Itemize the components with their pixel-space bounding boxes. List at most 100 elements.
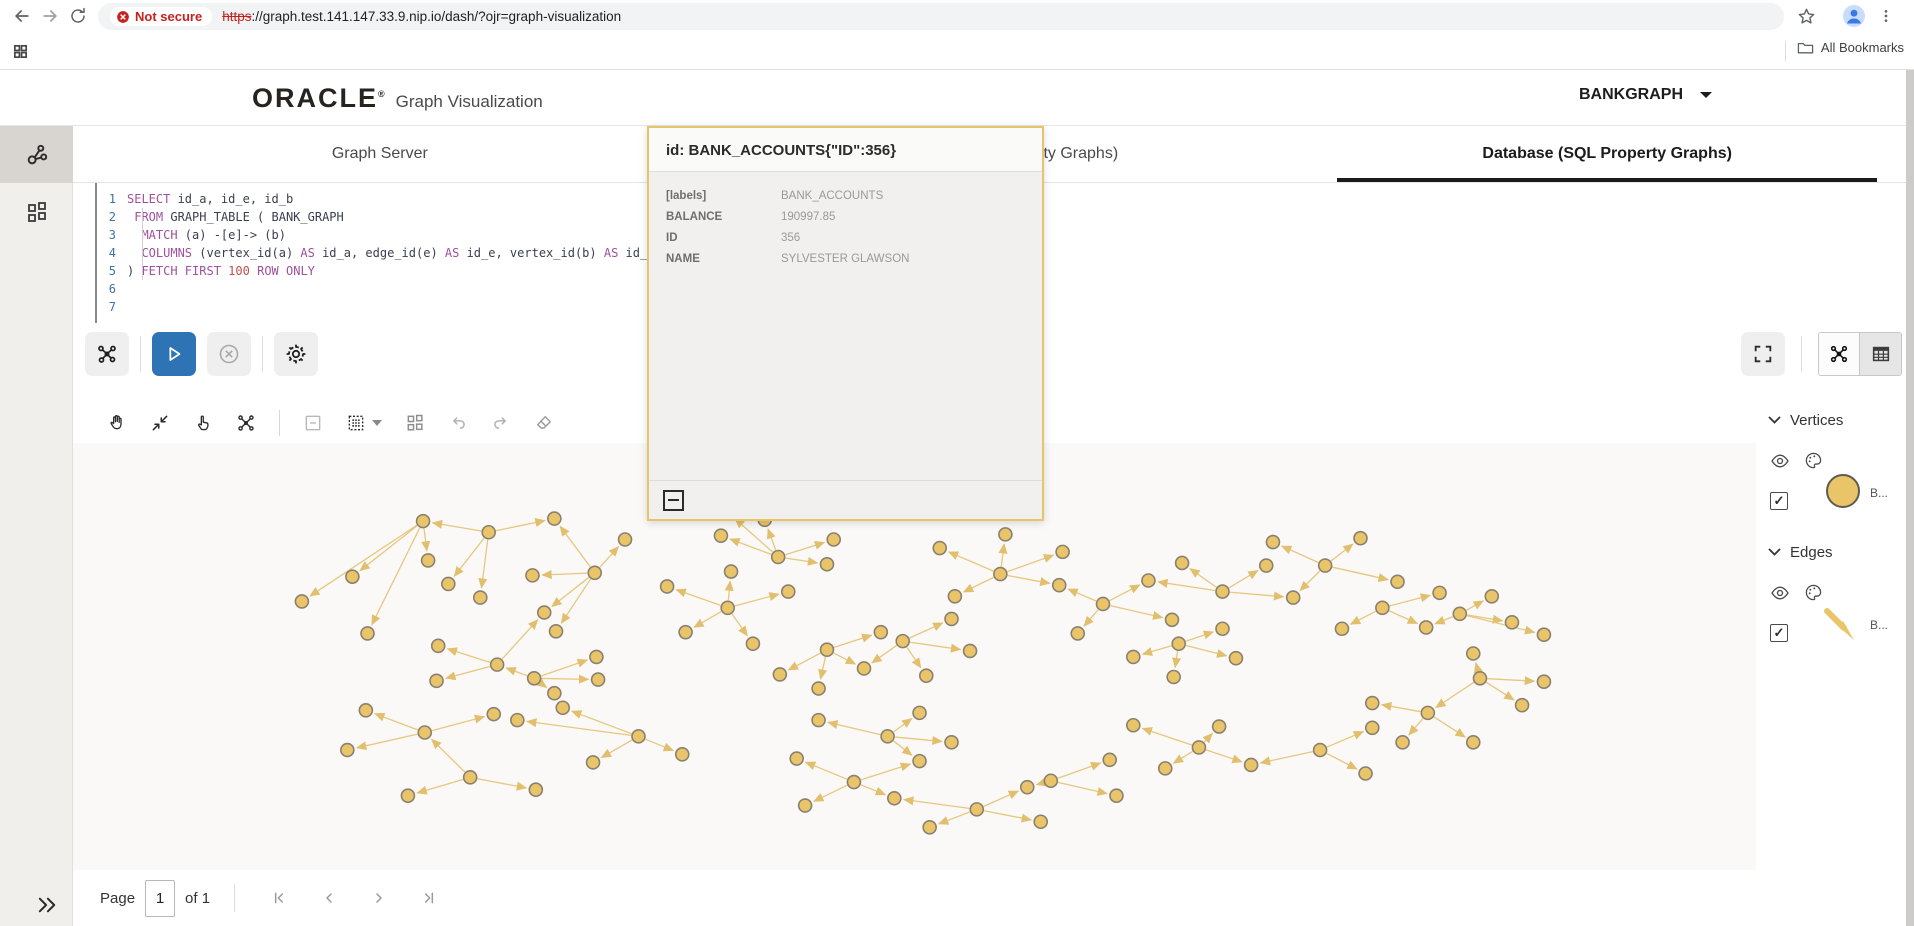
graph-edge[interactable]: [1206, 750, 1242, 762]
graph-edge[interactable]: [814, 785, 847, 801]
graph-edge[interactable]: [732, 614, 747, 636]
graph-edge[interactable]: [1058, 782, 1107, 793]
fit-to-screen-icon[interactable]: [150, 413, 170, 433]
tab-graph-server[interactable]: Graph Server: [73, 126, 687, 182]
graph-node[interactable]: [812, 714, 825, 727]
graph-node[interactable]: [874, 626, 887, 639]
graph-view-button[interactable]: [1819, 333, 1860, 375]
graph-edge[interactable]: [645, 739, 673, 750]
graph-edge[interactable]: [1327, 732, 1364, 748]
graph-node[interactable]: [1127, 650, 1140, 663]
graph-edge[interactable]: [907, 647, 921, 668]
graph-node[interactable]: [417, 515, 430, 528]
graph-edge[interactable]: [834, 653, 856, 664]
graph-edge[interactable]: [1007, 555, 1053, 571]
graph-edge[interactable]: [1230, 592, 1284, 597]
graph-edge[interactable]: [1260, 752, 1312, 763]
graph-node[interactable]: [432, 639, 445, 652]
graph-edge[interactable]: [1350, 611, 1375, 624]
graph-node[interactable]: [1467, 647, 1480, 660]
profile-avatar[interactable]: [1842, 4, 1866, 28]
graph-edge[interactable]: [561, 579, 590, 623]
graph-edge[interactable]: [1173, 751, 1192, 763]
graph-edge[interactable]: [496, 521, 545, 531]
graph-node[interactable]: [1213, 720, 1226, 733]
graph-edge[interactable]: [1008, 575, 1050, 583]
vertices-section-header[interactable]: Vertices: [1756, 403, 1906, 429]
graph-edge[interactable]: [894, 718, 912, 731]
graph-node[interactable]: [913, 755, 926, 768]
graph-node[interactable]: [1314, 744, 1327, 757]
graph-edge[interactable]: [1036, 783, 1043, 785]
graph-node[interactable]: [1172, 637, 1185, 650]
graph-edge[interactable]: [1434, 717, 1465, 737]
redo-icon[interactable]: [491, 413, 511, 433]
graph-node[interactable]: [1216, 585, 1229, 598]
graph-edge[interactable]: [375, 714, 418, 730]
graph-edge[interactable]: [454, 538, 484, 576]
graph-edge[interactable]: [1282, 546, 1319, 563]
graph-node[interactable]: [945, 612, 958, 625]
graph-node[interactable]: [1516, 699, 1529, 712]
graph-edge[interactable]: [1001, 544, 1004, 567]
graph-edge[interactable]: [1190, 568, 1217, 587]
graph-node[interactable]: [1421, 706, 1434, 719]
graph-node[interactable]: [556, 701, 569, 714]
graph-edge[interactable]: [552, 577, 589, 606]
graph-edge[interactable]: [432, 717, 485, 731]
graph-edge[interactable]: [540, 683, 547, 688]
graph-edge[interactable]: [1436, 682, 1474, 707]
eraser-icon[interactable]: [534, 413, 554, 433]
graph-node[interactable]: [1335, 622, 1348, 635]
collapse-popup-button[interactable]: [663, 490, 684, 511]
graph-edge[interactable]: [1390, 595, 1431, 606]
graph-edge[interactable]: [1068, 589, 1096, 601]
graph-node[interactable]: [920, 669, 933, 682]
graph-edge[interactable]: [735, 594, 779, 606]
forward-icon[interactable]: [38, 4, 62, 28]
graph-node[interactable]: [430, 674, 443, 687]
graph-edge[interactable]: [502, 620, 538, 659]
graph-edge[interactable]: [984, 811, 1031, 820]
page-input[interactable]: [145, 880, 175, 917]
fullscreen-button[interactable]: [1741, 332, 1785, 376]
last-page-button[interactable]: [416, 885, 442, 911]
graph-edge[interactable]: [1476, 663, 1478, 671]
graph-node[interactable]: [592, 673, 605, 686]
graph-edge[interactable]: [1487, 679, 1534, 682]
graph-edge[interactable]: [828, 722, 880, 734]
graph-node[interactable]: [820, 558, 833, 571]
graph-node[interactable]: [1420, 621, 1433, 634]
pointer-hand-icon[interactable]: [193, 413, 213, 433]
graph-edge[interactable]: [542, 573, 587, 575]
graph-node[interactable]: [346, 570, 359, 583]
back-icon[interactable]: [10, 4, 34, 28]
graph-node[interactable]: [341, 744, 354, 757]
graph-node[interactable]: [529, 783, 542, 796]
tab-database-sql[interactable]: Database (SQL Property Graphs): [1300, 126, 1914, 182]
graph-node[interactable]: [1229, 652, 1242, 665]
graph-node[interactable]: [1216, 622, 1229, 635]
style-palette-icon[interactable]: [1804, 583, 1823, 602]
graph-edge[interactable]: [506, 668, 527, 676]
graph-node[interactable]: [1319, 559, 1332, 572]
graph-node[interactable]: [526, 569, 539, 582]
graph-edge[interactable]: [527, 721, 631, 735]
graph-edge[interactable]: [1084, 610, 1098, 627]
graph-edge[interactable]: [904, 800, 970, 809]
graph-edge[interactable]: [768, 529, 776, 550]
graph-node[interactable]: [590, 650, 603, 663]
graph-node[interactable]: [1176, 556, 1189, 569]
graph-edge[interactable]: [310, 525, 417, 596]
graph-node[interactable]: [970, 803, 983, 816]
graph-node[interactable]: [923, 821, 936, 834]
graph-node[interactable]: [1096, 597, 1109, 610]
graph-node[interactable]: [725, 565, 738, 578]
graph-edge[interactable]: [730, 539, 771, 554]
apps-grid-icon[interactable]: [8, 39, 32, 63]
graph-edge[interactable]: [786, 558, 818, 563]
graph-node[interactable]: [1056, 545, 1069, 558]
graph-node[interactable]: [820, 643, 833, 656]
graph-node[interactable]: [847, 776, 860, 789]
graph-edge[interactable]: [1204, 733, 1212, 742]
